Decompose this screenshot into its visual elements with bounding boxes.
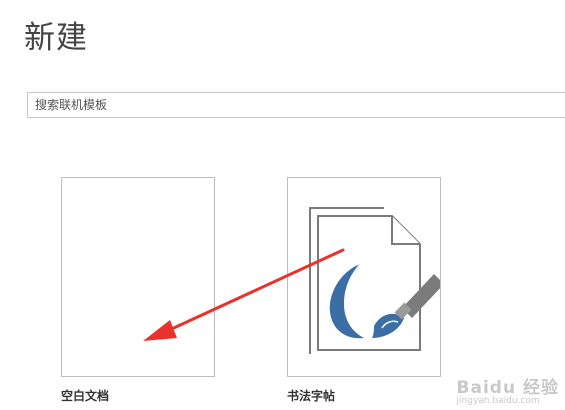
blank-document-thumbnail[interactable] [61, 177, 215, 377]
template-search-input[interactable] [28, 93, 565, 117]
template-blank-document[interactable]: 空白文档 [61, 177, 215, 404]
template-label-blank[interactable]: 空白文档 [61, 387, 215, 404]
watermark-text: Baidu 经验 [456, 378, 559, 398]
page-title: 新建 [24, 20, 88, 56]
calligraphy-page-icon [309, 207, 440, 354]
calligraphy-thumbnail[interactable] [287, 177, 441, 377]
template-calligraphy[interactable]: 书法字帖 [287, 177, 441, 404]
new-document-page: 新建 空白文档 [0, 0, 565, 410]
template-search-box[interactable] [27, 92, 565, 118]
baidu-jingyan-watermark: Baidu 经验 jingyan.baidu.com [457, 373, 559, 406]
template-label-calligraphy[interactable]: 书法字帖 [287, 387, 441, 404]
